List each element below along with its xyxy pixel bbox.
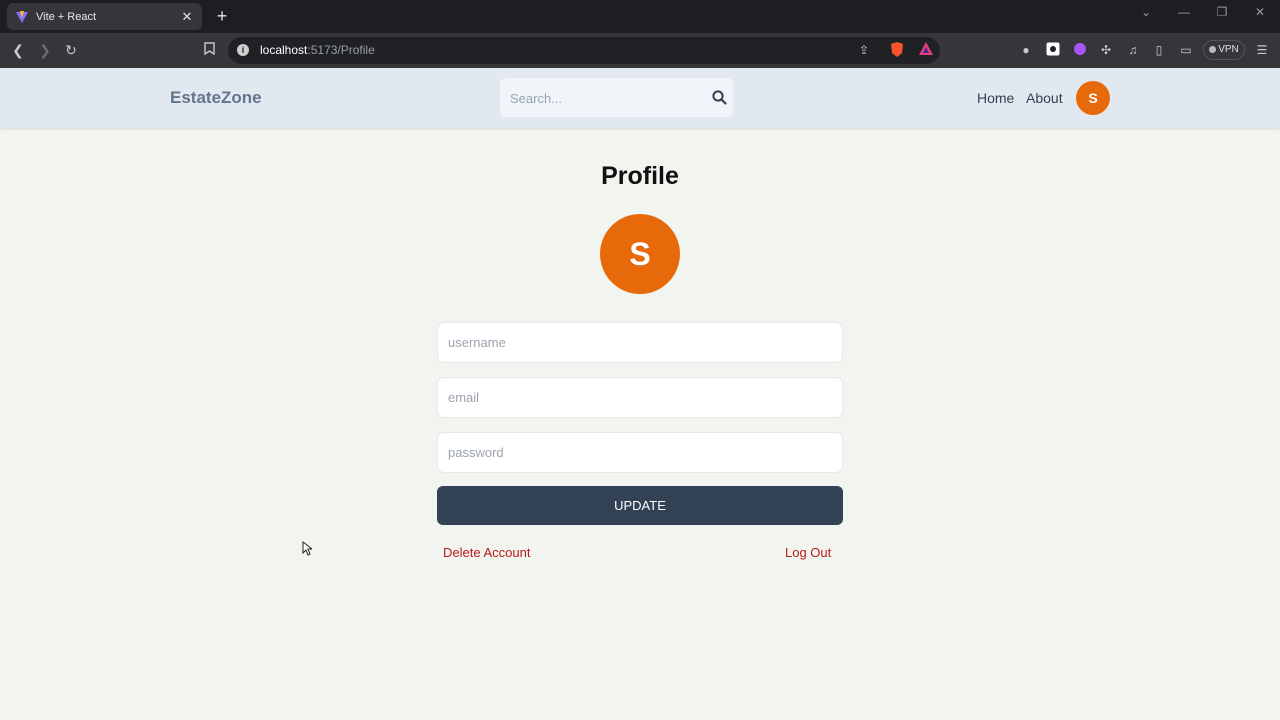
close-window-icon[interactable]: ✕ xyxy=(1250,4,1270,20)
bookmark-icon[interactable] xyxy=(199,40,219,60)
browser-tab-bar: Vite + React ✕ + ⌄ — ❐ ✕ xyxy=(0,0,1280,33)
close-tab-icon[interactable]: ✕ xyxy=(180,9,194,25)
vpn-status-icon xyxy=(1209,46,1217,53)
restore-icon[interactable]: ❐ xyxy=(1212,4,1232,20)
vite-icon xyxy=(15,10,29,24)
address-bar[interactable]: i localhost:5173/Profile ⇪ xyxy=(228,37,940,64)
extension-gem-icon[interactable] xyxy=(1072,42,1088,58)
menu-icon[interactable]: ☰ xyxy=(1254,42,1270,58)
site-info-icon[interactable]: i xyxy=(237,44,249,56)
search-input[interactable] xyxy=(510,88,700,108)
share-icon[interactable]: ⇪ xyxy=(856,42,872,58)
new-tab-icon[interactable]: + xyxy=(213,5,231,27)
tab-search-icon[interactable]: ⌄ xyxy=(1136,4,1156,20)
header-avatar[interactable]: S xyxy=(1076,81,1110,115)
update-button[interactable]: UPDATE xyxy=(437,486,843,525)
vpn-button[interactable]: VPN xyxy=(1203,40,1245,60)
page-title: Profile xyxy=(601,162,679,190)
brave-shields-icon[interactable] xyxy=(889,42,905,58)
browser-tab[interactable]: Vite + React ✕ xyxy=(7,3,202,30)
reload-icon[interactable]: ↻ xyxy=(61,40,81,60)
username-field[interactable] xyxy=(437,322,843,363)
delete-account-link[interactable]: Delete Account xyxy=(443,545,530,560)
profile-avatar[interactable]: S xyxy=(600,214,680,294)
search-box xyxy=(500,78,733,117)
minimize-icon[interactable]: — xyxy=(1174,4,1194,20)
brave-rewards-icon[interactable] xyxy=(918,42,934,58)
site-logo[interactable]: EstateZone xyxy=(170,88,262,108)
browser-toolbar: ❮ ❯ ↻ i localhost:5173/Profile ⇪ ● ✣ ♫ ▯… xyxy=(0,33,1280,68)
app-header: EstateZone Home About S xyxy=(0,68,1280,128)
email-field[interactable] xyxy=(437,377,843,418)
password-field[interactable] xyxy=(437,432,843,473)
forward-icon[interactable]: ❯ xyxy=(35,40,55,60)
wallet-icon[interactable]: ▭ xyxy=(1178,42,1194,58)
nav-home[interactable]: Home xyxy=(977,90,1014,106)
log-out-link[interactable]: Log Out xyxy=(785,545,831,560)
back-icon[interactable]: ❮ xyxy=(8,40,28,60)
media-icon[interactable]: ♫ xyxy=(1125,42,1141,58)
mouse-cursor-icon xyxy=(302,540,314,561)
tab-title: Vite + React xyxy=(36,10,97,23)
extensions-puzzle-icon[interactable]: ✣ xyxy=(1098,42,1114,58)
sidebar-icon[interactable]: ▯ xyxy=(1151,42,1167,58)
extension-icon[interactable]: ● xyxy=(1018,42,1034,58)
search-icon[interactable] xyxy=(712,90,727,110)
url-text: localhost:5173/Profile xyxy=(260,43,375,57)
extension-square-icon[interactable] xyxy=(1045,42,1061,58)
nav-about[interactable]: About xyxy=(1026,90,1063,106)
